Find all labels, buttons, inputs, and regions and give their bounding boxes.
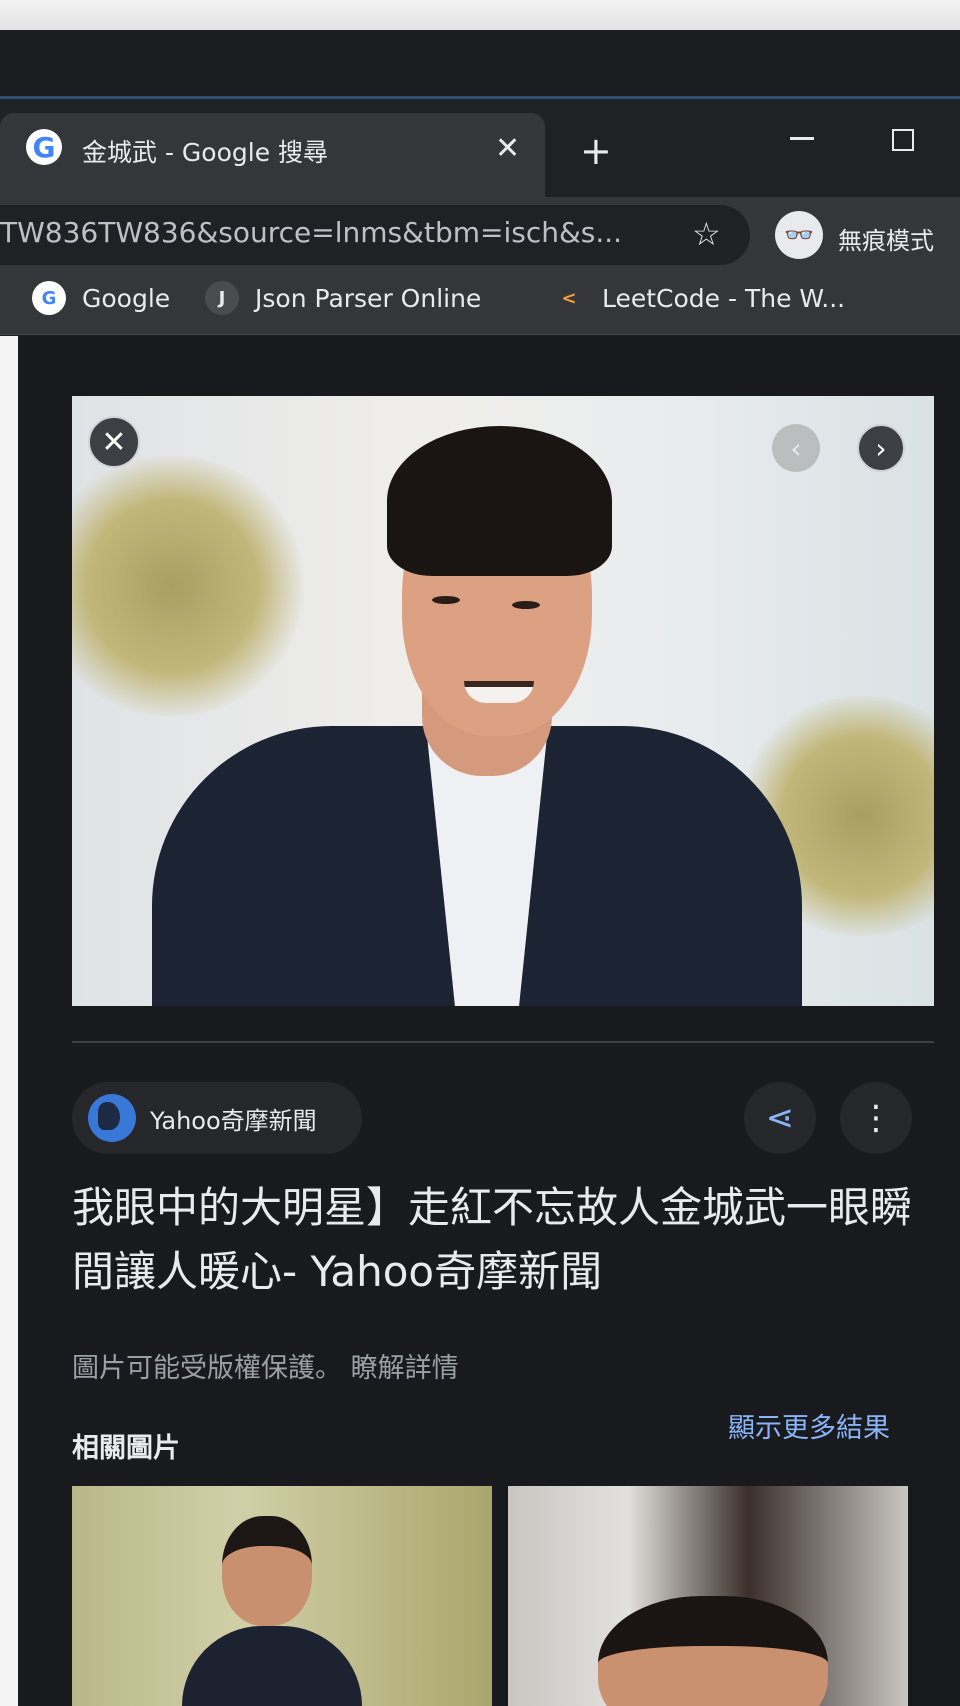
page-edge: [0, 336, 18, 1706]
close-viewer-button[interactable]: ✕: [88, 416, 140, 468]
photo-eye: [512, 601, 540, 609]
tab-close-icon[interactable]: ✕: [495, 131, 520, 166]
learn-more-link[interactable]: 瞭解詳情: [351, 1353, 459, 1384]
next-image-button[interactable]: ›: [857, 424, 905, 472]
minimize-icon[interactable]: [790, 137, 814, 140]
share-button[interactable]: ⋖: [744, 1082, 816, 1154]
thumb-face: [222, 1516, 312, 1626]
image-viewer-panel: ✕ ‹ › Yahoo奇摩新聞 ⋖ ⋮ 我眼中的大明星】走紅不忘故人金城武一眼瞬…: [18, 336, 960, 1706]
thumb-suit: [182, 1626, 362, 1706]
globe-icon: [88, 1094, 136, 1142]
incognito-label[interactable]: 無痕模式: [838, 221, 934, 256]
divider: [72, 1041, 934, 1043]
url-text[interactable]: TW836TW836&source=lnms&tbm=isch&s...: [0, 216, 670, 249]
google-icon: G: [32, 281, 66, 315]
bookmark-google[interactable]: G Google: [32, 281, 170, 315]
prev-image-button[interactable]: ‹: [772, 424, 820, 472]
related-image-thumbnail[interactable]: [72, 1486, 492, 1706]
source-chip[interactable]: Yahoo奇摩新聞: [72, 1082, 362, 1154]
thumb-face: [598, 1596, 828, 1706]
related-images-heading: 相關圖片: [72, 1433, 180, 1464]
maximize-icon[interactable]: [892, 129, 914, 151]
source-label: Yahoo奇摩新聞: [150, 1106, 317, 1135]
more-vert-icon: ⋮: [859, 1098, 893, 1138]
bookmark-label: Json Parser Online: [255, 283, 482, 313]
json-parser-icon: J: [205, 281, 239, 315]
copyright-notice: 圖片可能受版權保護。 瞭解詳情: [72, 1346, 459, 1385]
related-image-thumbnail[interactable]: [508, 1486, 908, 1706]
bookmark-leetcode[interactable]: < LeetCode - The W...: [552, 281, 845, 315]
image-title-link[interactable]: 我眼中的大明星】走紅不忘故人金城武一眼瞬間讓人暖心- Yahoo奇摩新聞: [72, 1176, 942, 1304]
bookmark-star-icon[interactable]: ☆: [692, 215, 721, 253]
new-tab-button[interactable]: +: [580, 129, 612, 173]
bookmarks-bar: G Google J Json Parser Online < LeetCode…: [0, 273, 960, 335]
photo-eye: [432, 596, 460, 604]
bookmark-json-parser[interactable]: J Json Parser Online: [205, 281, 481, 315]
address-bar[interactable]: TW836TW836&source=lnms&tbm=isch&s... ☆: [0, 205, 750, 265]
photo-hair: [387, 426, 612, 576]
copyright-text: 圖片可能受版權保護。: [72, 1353, 342, 1384]
photo-mouth: [464, 681, 534, 703]
google-favicon-icon: G: [26, 129, 62, 165]
leetcode-icon: <: [561, 287, 577, 309]
toolbar: TW836TW836&source=lnms&tbm=isch&s... ☆ 👓…: [0, 197, 960, 273]
more-options-button[interactable]: ⋮: [840, 1082, 912, 1154]
share-icon: ⋖: [765, 1098, 795, 1138]
preview-image[interactable]: ✕ ‹ ›: [72, 396, 934, 1006]
bookmark-label: LeetCode - The W...: [602, 283, 846, 313]
show-more-results-link[interactable]: 顯示更多結果: [728, 1406, 890, 1445]
tab-title: 金城武 - Google 搜尋: [82, 138, 329, 167]
bookmark-label: Google: [82, 283, 171, 313]
tab-active[interactable]: G 金城武 - Google 搜尋 ✕: [0, 113, 545, 197]
tab-strip: G 金城武 - Google 搜尋 ✕ +: [0, 99, 960, 197]
incognito-icon[interactable]: 👓: [775, 211, 823, 259]
